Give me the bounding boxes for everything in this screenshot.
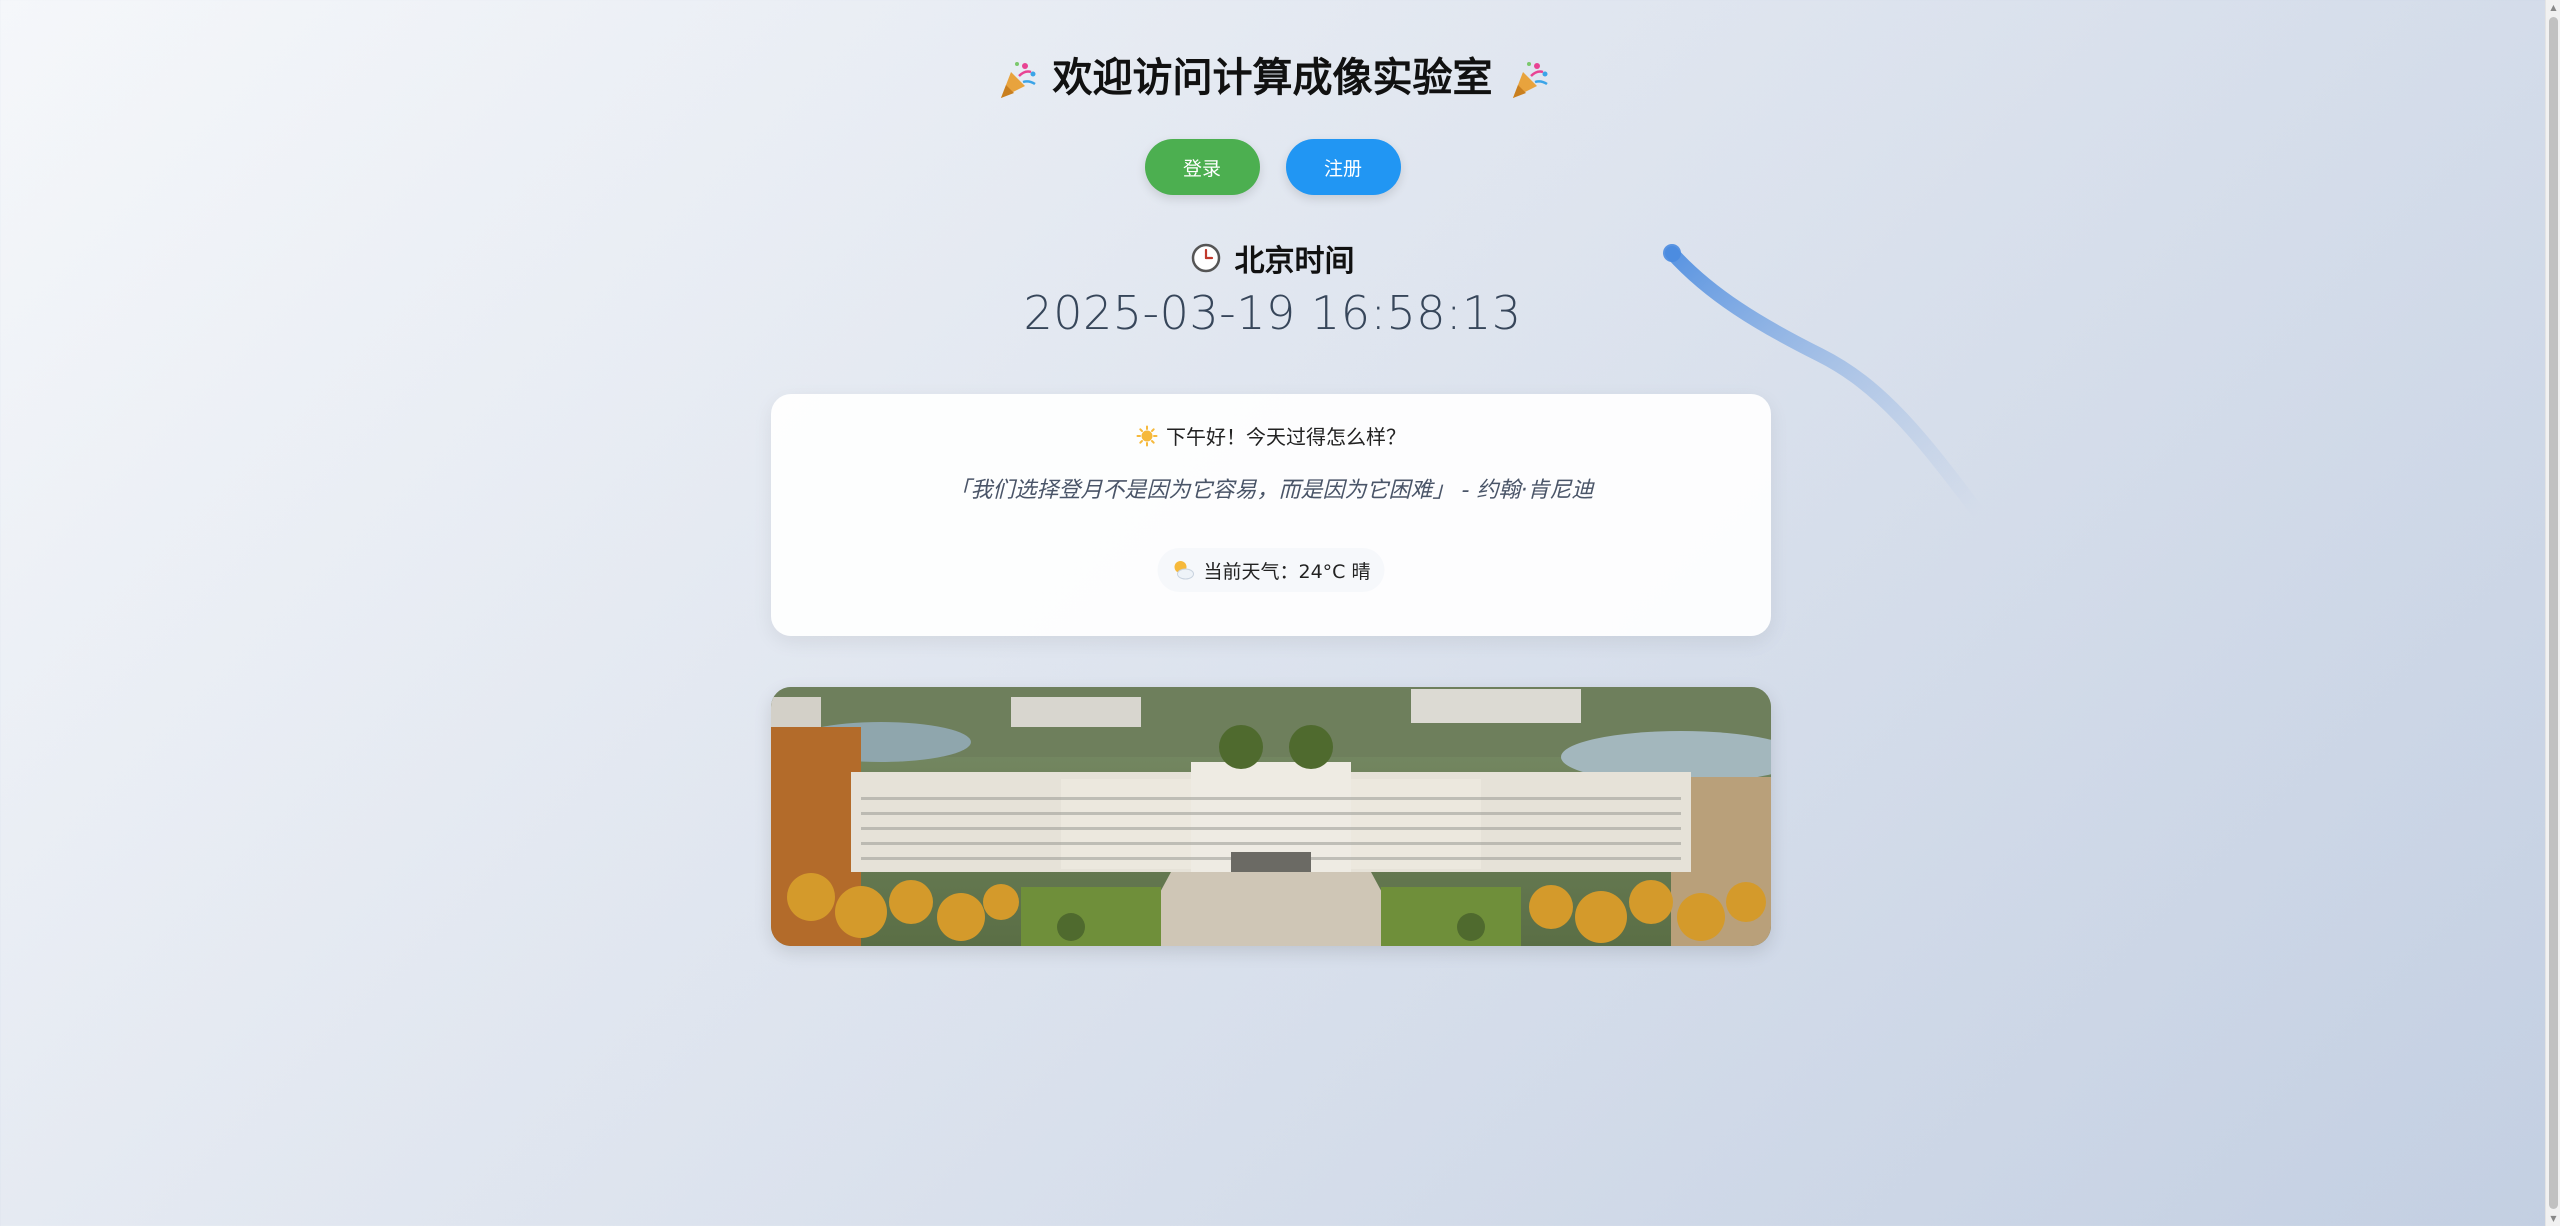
clock-icon bbox=[1191, 243, 1220, 273]
scroll-down-arrow-icon[interactable]: ▼ bbox=[2546, 1211, 2560, 1226]
greeting-text: 下午好！今天过得怎么样？ bbox=[1166, 425, 1406, 449]
page-title: 欢迎访问计算成像实验室 bbox=[0, 50, 2545, 106]
scroll-up-arrow-icon[interactable]: ▲ bbox=[2546, 0, 2560, 15]
campus-banner-image bbox=[771, 687, 1771, 946]
weather-text: 当前天气：24°C 晴 bbox=[1203, 560, 1371, 583]
clock-heading: 北京时间 bbox=[0, 236, 2545, 280]
quote-text: 「我们选择登月不是因为它容易，而是因为它困难」 - 约翰·肯尼迪 bbox=[948, 478, 1594, 503]
scrollbar-thumb[interactable] bbox=[2549, 17, 2558, 1209]
sun-behind-cloud-icon bbox=[1174, 561, 1195, 580]
sun-icon bbox=[1136, 425, 1158, 446]
vertical-scrollbar[interactable]: ▲ ▼ bbox=[2545, 0, 2560, 1226]
auth-buttons: 登录 注册 bbox=[0, 139, 2545, 195]
party-popper-icon bbox=[1000, 62, 1036, 98]
login-button[interactable]: 登录 bbox=[1144, 139, 1260, 195]
greeting-card: 下午好！今天过得怎么样？ 「我们选择登月不是因为它容易，而是因为它困难」 - 约… bbox=[771, 394, 1771, 636]
greeting-row: 下午好！今天过得怎么样？ bbox=[771, 421, 1771, 450]
title-text: 欢迎访问计算成像实验室 bbox=[1052, 55, 1493, 101]
current-datetime: 2025-03-19 16:58:13 bbox=[1023, 286, 1522, 340]
party-popper-icon bbox=[1512, 62, 1548, 98]
register-button[interactable]: 注册 bbox=[1285, 139, 1401, 195]
weather-badge: 当前天气：24°C 晴 bbox=[1157, 548, 1385, 592]
clock-heading-text: 北京时间 bbox=[1234, 244, 1355, 279]
page: 欢迎访问计算成像实验室 登录 注册 北京时间 2025-03-19 16:58:… bbox=[0, 0, 2545, 1226]
